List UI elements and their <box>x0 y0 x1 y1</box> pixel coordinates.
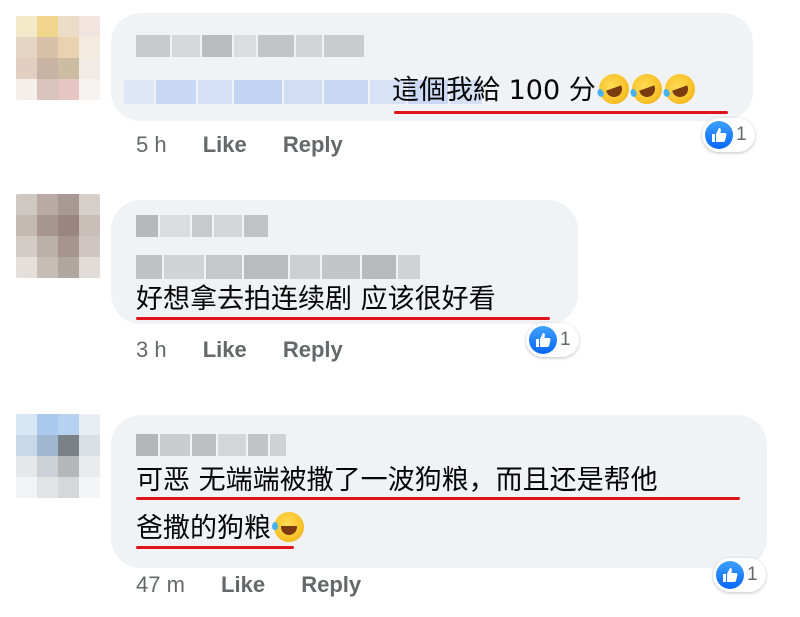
reaction-count: 1 <box>736 124 747 145</box>
highlight-underline <box>136 497 740 500</box>
author-name[interactable] <box>136 35 364 57</box>
comment-2: 好想拿去拍连续剧 应该很好看 3 h Like Reply 1 <box>0 180 800 380</box>
avatar[interactable] <box>16 194 100 278</box>
thumbs-up-icon <box>705 121 733 149</box>
comment-text: 這個我給 100 分 <box>392 69 699 109</box>
comment-text: 可恶 无端端被撒了一波狗粮，而且还是帮他 <box>136 463 658 499</box>
author-name[interactable] <box>136 215 268 237</box>
timestamp[interactable]: 5 h <box>136 132 167 157</box>
comment-text-line: 可恶 无端端被撒了一波狗粮，而且还是帮他 <box>136 465 658 496</box>
highlight-underline <box>394 111 728 114</box>
like-button[interactable]: Like <box>203 132 247 157</box>
avatar[interactable] <box>16 414 100 498</box>
comment-3: 可恶 无端端被撒了一波狗粮，而且还是帮他 爸撒的狗粮 47 m Like Rep… <box>0 400 800 617</box>
reply-button[interactable]: Reply <box>283 132 343 157</box>
reaction-badge[interactable]: 1 <box>713 558 766 592</box>
rolling-on-floor-laughing-icon <box>594 69 633 109</box>
comment-actions: 5 h Like Reply <box>136 131 343 159</box>
thumbs-up-icon <box>716 561 744 589</box>
comment-1: 這個我給 100 分 5 h Like Reply 1 <box>0 0 800 170</box>
avatar[interactable] <box>16 16 100 100</box>
author-name[interactable] <box>136 434 286 456</box>
highlight-underline <box>136 317 550 320</box>
reaction-badge[interactable]: 1 <box>526 323 579 357</box>
like-button[interactable]: Like <box>203 337 247 362</box>
reply-button[interactable]: Reply <box>283 337 343 362</box>
comment-thread: 這個我給 100 分 5 h Like Reply 1 好想拿去拍连续剧 应该很… <box>0 0 800 617</box>
reaction-count: 1 <box>560 329 571 350</box>
comment-text-line: 這個我給 100 分 <box>392 75 596 106</box>
timestamp[interactable]: 47 m <box>136 572 185 597</box>
timestamp[interactable]: 3 h <box>136 337 167 362</box>
comment-actions: 3 h Like Reply <box>136 336 343 364</box>
reply-button[interactable]: Reply <box>301 572 361 597</box>
comment-text-line: 爸撒的狗粮 <box>136 513 271 544</box>
reaction-badge[interactable]: 1 <box>702 118 755 152</box>
comment-text: 爸撒的狗粮 <box>136 511 304 547</box>
rolling-on-floor-laughing-icon <box>660 69 699 109</box>
reaction-count: 1 <box>747 564 758 585</box>
mention-link[interactable] <box>136 255 420 279</box>
rolling-on-floor-laughing-icon <box>627 69 666 109</box>
highlight-underline <box>136 546 294 549</box>
like-button[interactable]: Like <box>221 572 265 597</box>
thumbs-up-icon <box>529 326 557 354</box>
face-with-tears-of-joy-icon <box>272 512 304 542</box>
comment-actions: 47 m Like Reply <box>136 571 361 599</box>
comment-text: 好想拿去拍连续剧 应该很好看 <box>136 282 496 318</box>
comment-text-line: 好想拿去拍连续剧 应该很好看 <box>136 284 496 315</box>
